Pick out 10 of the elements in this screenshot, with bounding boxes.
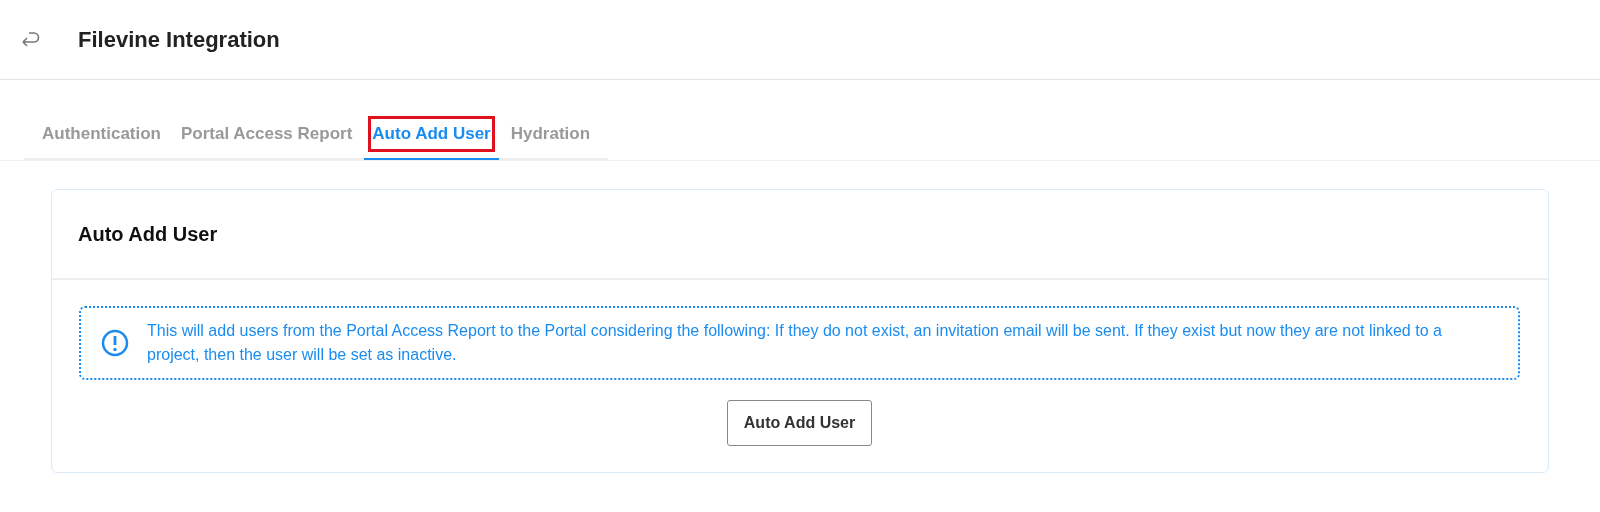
alert-message: This will add users from the Portal Access Report to the Portal considering the following: If they do not exist, an invitation email will be sent. If they exist but now they are not linked to a project, then the user will be set as inactive.: [147, 321, 1443, 365]
tab[interactable]: Hydration: [502, 114, 599, 160]
tab[interactable]: Portal Access Report: [173, 114, 361, 160]
tab[interactable]: Auto Add User: [364, 114, 499, 160]
auto-add-user-button[interactable]: Auto Add User: [726, 400, 873, 446]
card-title: Auto Add User: [78, 222, 218, 246]
tab[interactable]: Authentication: [34, 114, 169, 160]
page-title: Filevine Integration: [78, 26, 280, 53]
back-icon[interactable]: [20, 31, 40, 48]
exclamation-icon: [101, 329, 129, 357]
